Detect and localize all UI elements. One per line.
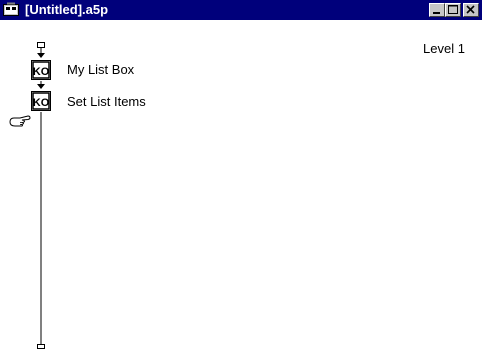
authorware-flowline-window: [Untitled].a5p Level 1 KO My List Box KO…	[0, 0, 482, 355]
flowline-end-handle	[37, 344, 45, 349]
icon-label-my-list-box[interactable]: My List Box	[67, 62, 134, 78]
flowline-start-handle	[37, 42, 45, 48]
paste-hand-icon[interactable]	[8, 112, 32, 130]
knowledge-object-icon[interactable]: KO	[31, 91, 51, 111]
knowledge-object-icon[interactable]: KO	[31, 60, 51, 80]
svg-text:KO: KO	[33, 97, 50, 109]
icon-label-set-list-items[interactable]: Set List Items	[67, 94, 146, 110]
main-flowline	[37, 42, 45, 349]
svg-text:KO: KO	[33, 66, 50, 78]
